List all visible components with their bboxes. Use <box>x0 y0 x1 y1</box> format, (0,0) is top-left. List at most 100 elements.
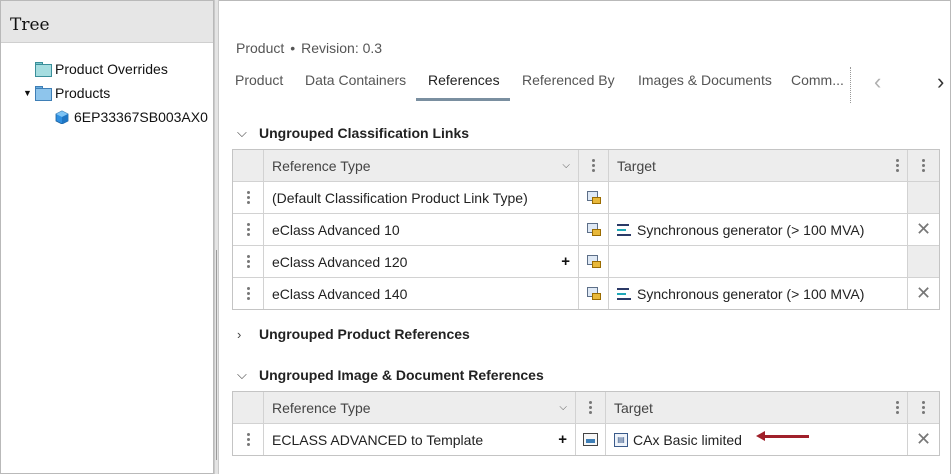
close-icon[interactable]: ✕ <box>916 429 931 450</box>
column-menu[interactable] <box>907 392 939 423</box>
tab-scroll-right-icon[interactable]: › <box>937 69 944 95</box>
column-menu[interactable] <box>578 150 608 181</box>
drag-handle-icon[interactable] <box>246 255 250 268</box>
column-menu[interactable] <box>907 150 939 181</box>
tab-referenced-by[interactable]: Referenced By <box>522 72 615 88</box>
link-reference-icon[interactable] <box>586 286 602 301</box>
tree-item-label: Products <box>55 85 111 101</box>
annotation-arrow <box>756 431 809 441</box>
image-reference-icon[interactable] <box>583 433 598 446</box>
chevron-right-icon[interactable]: › <box>237 327 259 342</box>
link-cell[interactable] <box>578 182 608 213</box>
empty-action-cell <box>907 182 939 213</box>
tab-comments[interactable]: Comm... <box>791 72 844 88</box>
link-reference-icon[interactable] <box>586 254 602 269</box>
target-value[interactable]: Synchronous generator (> 100 MVA) <box>637 286 864 302</box>
column-label: Target <box>614 399 653 416</box>
table-header-row: Reference Type ⌵ Target <box>233 392 939 423</box>
chevron-down-icon[interactable]: ⌵ <box>237 367 259 383</box>
table-row[interactable]: eClass Advanced 10 Synchronous generator… <box>233 213 939 245</box>
kebab-menu-icon[interactable] <box>589 401 592 414</box>
reference-type-cell: ECLASS ADVANCED to Template + <box>263 424 575 455</box>
add-icon[interactable]: + <box>558 431 567 448</box>
link-reference-icon[interactable] <box>586 222 602 237</box>
row-drag-handle[interactable] <box>233 246 263 277</box>
classification-icon <box>617 223 631 236</box>
target-cell[interactable]: Synchronous generator (> 100 MVA) <box>608 278 907 309</box>
column-header-reference-type[interactable]: Reference Type ⌵ <box>263 392 575 423</box>
link-cell[interactable] <box>578 214 608 245</box>
table-row[interactable]: eClass Advanced 140 Synchronous generato… <box>233 277 939 309</box>
section-image-document-references[interactable]: ⌵ Ungrouped Image & Document References <box>237 367 544 383</box>
section-title: Ungrouped Product References <box>259 326 470 342</box>
link-cell[interactable] <box>578 278 608 309</box>
column-menu[interactable] <box>575 392 605 423</box>
close-icon[interactable]: ✕ <box>916 219 931 240</box>
drag-handle-icon[interactable] <box>246 191 250 204</box>
target-cell[interactable] <box>608 182 907 213</box>
tree-item-product-overrides[interactable]: Product Overrides <box>23 59 168 79</box>
column-header-target[interactable]: Target <box>605 392 907 423</box>
row-drag-handle[interactable] <box>233 278 263 309</box>
remove-button[interactable]: ✕ <box>907 278 939 309</box>
link-reference-icon[interactable] <box>586 190 602 205</box>
reference-type-cell: eClass Advanced 120 + <box>263 246 578 277</box>
tab-scroll-left-icon[interactable]: ‹ <box>874 69 881 95</box>
target-cell[interactable] <box>608 246 907 277</box>
tree-item-label: 6EP33367SB003AX0 <box>74 109 208 125</box>
target-cell[interactable]: Synchronous generator (> 100 MVA) <box>608 214 907 245</box>
row-drag-handle[interactable] <box>233 182 263 213</box>
remove-button[interactable]: ✕ <box>907 424 939 455</box>
chevron-down-icon[interactable]: ⌵ <box>237 125 259 141</box>
tree-panel: Tree Product Overrides ▼ Products 6EP333… <box>0 0 214 474</box>
tab-references[interactable]: References <box>428 72 500 88</box>
breadcrumb: Product • Revision: 0.3 <box>236 40 382 56</box>
row-drag-handle[interactable] <box>233 424 263 455</box>
section-classification-links[interactable]: ⌵ Ungrouped Classification Links <box>237 125 469 141</box>
drag-handle-icon[interactable] <box>246 433 250 446</box>
reference-type-value: ECLASS ADVANCED to Template <box>272 431 484 448</box>
chevron-down-icon[interactable]: ⌵ <box>559 402 567 413</box>
kebab-menu-icon[interactable] <box>592 159 595 172</box>
kebab-menu-icon[interactable] <box>896 401 899 414</box>
kebab-menu-icon[interactable] <box>896 159 899 172</box>
remove-button[interactable]: ✕ <box>907 214 939 245</box>
template-document-icon: ▤ <box>614 432 628 447</box>
table-row[interactable]: ECLASS ADVANCED to Template + ▤ CAx Basi… <box>233 423 939 455</box>
tree-item-products[interactable]: ▼ Products <box>23 83 110 103</box>
revision-label: Revision: 0.3 <box>301 40 383 56</box>
target-value[interactable]: Synchronous generator (> 100 MVA) <box>637 222 864 238</box>
tab-product[interactable]: Product <box>235 72 283 88</box>
tree-item-product[interactable]: 6EP33367SB003AX0 <box>55 107 208 127</box>
chevron-down-icon[interactable]: ⌵ <box>562 160 570 171</box>
folder-icon <box>35 85 52 101</box>
kebab-menu-icon[interactable] <box>922 159 925 172</box>
row-drag-handle[interactable] <box>233 214 263 245</box>
drag-handle-icon[interactable] <box>246 287 250 300</box>
target-value[interactable]: CAx Basic limited <box>633 432 742 448</box>
add-icon[interactable]: + <box>561 253 570 270</box>
close-icon[interactable]: ✕ <box>916 283 931 304</box>
breadcrumb-separator: • <box>290 40 296 56</box>
splitter-grip[interactable] <box>216 250 217 460</box>
tab-data-containers[interactable]: Data Containers <box>305 72 406 88</box>
header-drag-cell <box>233 392 263 423</box>
tree-item-label: Product Overrides <box>55 61 168 77</box>
column-header-reference-type[interactable]: Reference Type ⌵ <box>263 150 578 181</box>
drag-handle-icon[interactable] <box>246 223 250 236</box>
expand-triangle-icon[interactable]: ▼ <box>23 88 35 98</box>
column-label: Reference Type <box>272 399 371 416</box>
tab-images-documents[interactable]: Images & Documents <box>638 72 772 88</box>
reference-type-value: eClass Advanced 10 <box>272 221 400 238</box>
image-document-references-table: Reference Type ⌵ Target ECLASS ADVANCED … <box>232 391 940 456</box>
link-cell[interactable] <box>578 246 608 277</box>
table-row[interactable]: (Default Classification Product Link Typ… <box>233 181 939 213</box>
image-link-cell[interactable] <box>575 424 605 455</box>
section-product-references[interactable]: › Ungrouped Product References <box>237 326 470 342</box>
reference-type-value: (Default Classification Product Link Typ… <box>272 189 528 206</box>
kebab-menu-icon[interactable] <box>922 401 925 414</box>
folder-icon <box>35 61 52 77</box>
column-label: Reference Type <box>272 157 371 174</box>
column-header-target[interactable]: Target <box>608 150 907 181</box>
table-row[interactable]: eClass Advanced 120 + <box>233 245 939 277</box>
